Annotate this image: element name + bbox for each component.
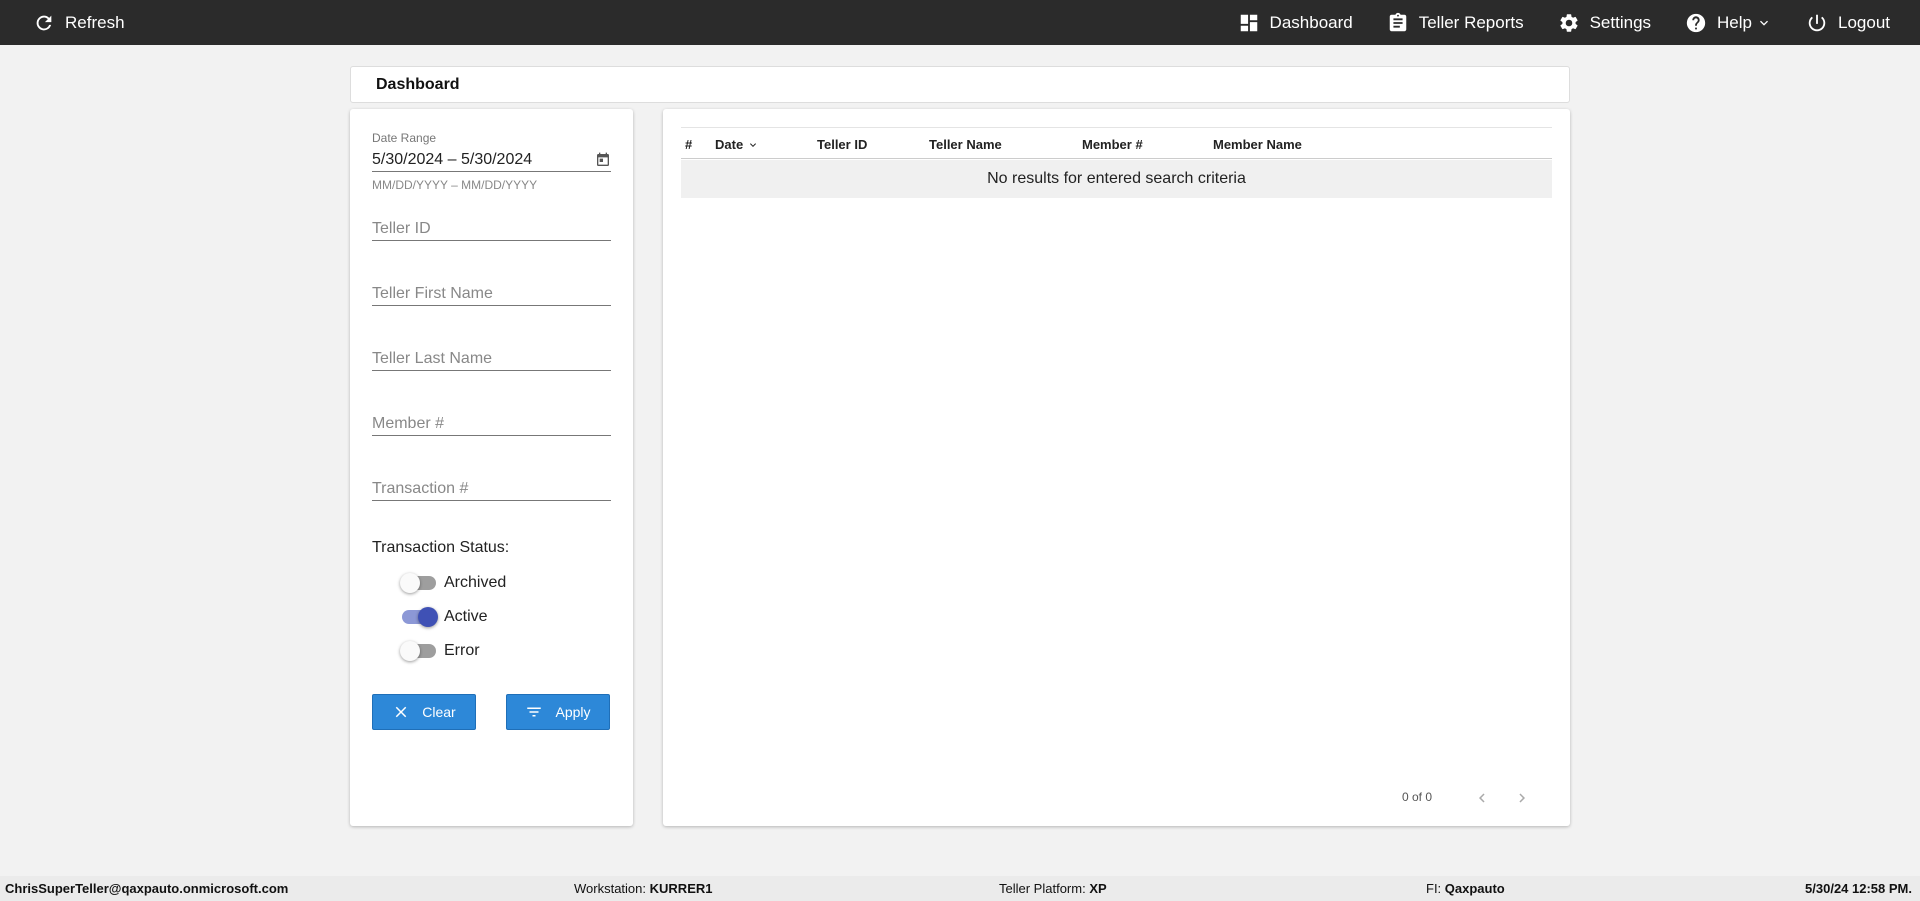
column-teller-name-label: Teller Name — [929, 137, 1002, 152]
date-range-hint: MM/DD/YYYY – MM/DD/YYYY — [372, 178, 538, 192]
column-date-label: Date — [715, 137, 744, 152]
sort-desc-icon — [750, 142, 757, 147]
clear-button[interactable]: Clear — [372, 694, 476, 730]
footer-user: ChrisSuperTeller@qaxpauto.onmicrosoft.co… — [5, 881, 289, 896]
results-panel: # Date Teller ID Teller Name Member # Me… — [663, 109, 1570, 826]
page-title: Dashboard — [376, 75, 460, 93]
transaction-status-label: Transaction Status: — [372, 539, 510, 556]
column-teller-name[interactable]: Teller Name — [929, 137, 1002, 152]
column-teller-id-label: Teller ID — [817, 137, 868, 152]
nav-dashboard[interactable]: Dashboard — [1238, 0, 1353, 45]
footer-datetime: 5/30/24 12:58 PM. — [1805, 881, 1912, 896]
column-member-name-label: Member Name — [1213, 137, 1302, 152]
nav-logout[interactable]: Logout — [1806, 0, 1890, 45]
help-icon — [1686, 13, 1706, 32]
footer-workstation-value: KURRER1 — [649, 881, 713, 896]
footer-fi-value: Qaxpauto — [1444, 881, 1505, 896]
refresh-label: Refresh — [65, 12, 125, 32]
column-member-number-label: Member # — [1082, 137, 1143, 152]
footer-platform-value: XP — [1089, 881, 1107, 896]
dashboard-icon — [1240, 14, 1257, 31]
column-teller-id[interactable]: Teller ID — [817, 137, 867, 152]
error-label: Error — [444, 642, 480, 659]
pager-next-button[interactable] — [1511, 787, 1533, 809]
error-switch[interactable] — [400, 641, 436, 661]
status-footer: ChrisSuperTeller@qaxpauto.onmicrosoft.co… — [0, 876, 1920, 901]
apply-label: Apply — [555, 704, 591, 720]
column-member-name[interactable]: Member Name — [1213, 137, 1302, 152]
power-icon — [1808, 14, 1826, 31]
clear-label: Clear — [422, 704, 456, 720]
footer-workstation: Workstation: KURRER1 — [574, 881, 712, 896]
empty-results-row: No results for entered search criteria — [681, 160, 1552, 198]
filter-icon — [527, 707, 542, 717]
main-nav: Dashboard Teller Reports Settings Help L… — [1238, 0, 1890, 45]
filter-panel: Date Range 5/30/2024 – 5/30/2024 MM/DD/Y… — [350, 109, 633, 826]
transaction-number-input[interactable] — [372, 471, 611, 501]
chevron-right-icon — [1519, 793, 1525, 803]
refresh-button[interactable]: Refresh — [33, 0, 125, 45]
nav-help[interactable]: Help — [1685, 0, 1772, 45]
toggle-error[interactable]: Error — [400, 641, 480, 661]
top-navbar: Refresh Dashboard Teller Reports Setting… — [0, 0, 1920, 45]
teller-last-name-input[interactable] — [372, 341, 611, 371]
column-number-label: # — [685, 137, 693, 152]
archived-label: Archived — [444, 574, 507, 591]
pager-range: 0 of 0 — [1402, 790, 1433, 804]
toggle-archived[interactable]: Archived — [400, 573, 506, 593]
pager-prev-button[interactable] — [1471, 787, 1493, 809]
archived-switch[interactable] — [400, 573, 436, 593]
nav-teller-reports-label: Teller Reports — [1418, 12, 1524, 32]
footer-fi-label: FI: — [1426, 881, 1442, 896]
footer-fi: FI: Qaxpauto — [1426, 881, 1505, 896]
date-range-label: Date Range — [372, 131, 437, 145]
date-range-value: 5/30/2024 – 5/30/2024 — [372, 150, 533, 168]
column-member-number[interactable]: Member # — [1082, 137, 1143, 152]
nav-teller-reports[interactable]: Teller Reports — [1387, 0, 1524, 45]
table-header: # Date Teller ID Teller Name Member # Me… — [681, 127, 1552, 159]
toggle-active[interactable]: Active — [400, 607, 488, 627]
refresh-icon — [36, 15, 52, 30]
active-switch[interactable] — [400, 607, 438, 627]
apply-button[interactable]: Apply — [506, 694, 610, 730]
empty-results-message: No results for entered search criteria — [987, 170, 1246, 187]
page-title-card: Dashboard — [350, 66, 1570, 103]
active-label: Active — [444, 608, 488, 625]
nav-settings-label: Settings — [1589, 12, 1652, 32]
footer-workstation-label: Workstation: — [574, 881, 647, 896]
nav-dashboard-label: Dashboard — [1269, 12, 1353, 32]
chevron-down-icon — [1760, 20, 1768, 26]
footer-platform: Teller Platform: XP — [999, 881, 1107, 896]
calendar-icon[interactable] — [595, 152, 611, 168]
nav-settings[interactable]: Settings — [1558, 0, 1651, 45]
footer-platform-label: Teller Platform: — [999, 881, 1086, 896]
column-number[interactable]: # — [685, 137, 692, 152]
clipboard-icon — [1389, 12, 1406, 31]
close-icon — [396, 706, 407, 718]
nav-logout-label: Logout — [1838, 12, 1890, 32]
column-date[interactable]: Date — [715, 137, 759, 152]
chevron-left-icon — [1479, 793, 1485, 803]
teller-id-input[interactable] — [372, 211, 611, 241]
date-range-input[interactable]: 5/30/2024 – 5/30/2024 — [372, 148, 611, 172]
member-number-input[interactable] — [372, 406, 611, 436]
gear-icon — [1560, 13, 1578, 32]
date-range-field[interactable]: Date Range 5/30/2024 – 5/30/2024 MM/DD/Y… — [372, 131, 611, 192]
teller-first-name-input[interactable] — [372, 276, 611, 306]
nav-help-label: Help — [1717, 12, 1752, 32]
